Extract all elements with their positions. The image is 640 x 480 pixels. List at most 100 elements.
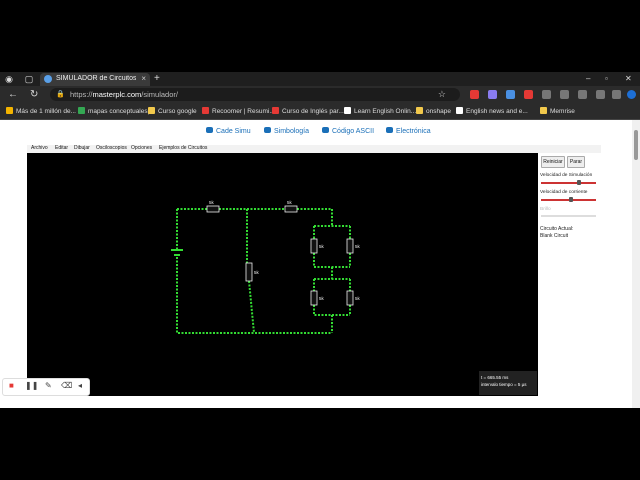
current-circuit-label: Circuito Actual: xyxy=(540,226,574,232)
scrollbar-thumb[interactable] xyxy=(634,130,638,160)
resistor-label: 5k xyxy=(319,296,325,301)
current-speed-label: Velocidad de corriente xyxy=(540,190,588,195)
browser-window: ◉ ▢ SIMULADOR de Circuitos Electró × + –… xyxy=(0,72,640,408)
close-window-icon[interactable]: ✕ xyxy=(625,74,632,83)
pause-icon[interactable]: ❚❚ xyxy=(25,381,38,390)
slider-knob[interactable] xyxy=(569,197,574,202)
reload-icon[interactable]: ↻ xyxy=(30,89,38,100)
favorite-star-icon[interactable]: ☆ xyxy=(438,89,446,100)
url-text: https://masterplc.com/simulador/ xyxy=(70,90,178,99)
folder-icon xyxy=(148,107,155,114)
record-stop-icon[interactable]: ■ xyxy=(9,381,14,390)
resistor-label: 5k xyxy=(355,296,361,301)
resistor-label: 5k xyxy=(209,200,215,205)
profile-icon[interactable]: ◉ xyxy=(4,74,14,84)
close-tab-icon[interactable]: × xyxy=(141,74,146,83)
extension-purple-icon[interactable] xyxy=(488,90,497,99)
bookmark-item[interactable]: onshape xyxy=(416,107,451,115)
resistor-icon[interactable] xyxy=(346,290,354,306)
menu-editar[interactable]: Editar xyxy=(55,145,68,151)
power-slider xyxy=(541,215,596,217)
current-circuit-name: Blank Circuit xyxy=(540,233,569,239)
wire xyxy=(313,253,350,268)
new-tab-icon[interactable]: + xyxy=(154,73,160,84)
bookmark-icon xyxy=(344,107,351,114)
speed-label: Velocidad de Simulación xyxy=(540,173,593,178)
pen-icon[interactable]: ✎ xyxy=(45,381,52,390)
wire xyxy=(248,280,255,334)
bookmark-item[interactable]: Curso de Inglés par... xyxy=(272,107,344,115)
resistor-icon[interactable] xyxy=(206,205,220,213)
bing-copilot-icon[interactable] xyxy=(627,90,636,99)
maximize-icon[interactable]: ▫ xyxy=(605,74,608,83)
url-field[interactable]: 🔒 https://masterplc.com/simulador/ ☆ xyxy=(50,88,460,101)
resistor-label: 5k xyxy=(319,244,325,249)
collections-icon[interactable] xyxy=(578,90,587,99)
resistor-icon[interactable] xyxy=(310,238,318,254)
bookmark-item[interactable]: Recoomer | Resumi... xyxy=(202,107,275,115)
extension-blue-icon[interactable] xyxy=(506,90,515,99)
book-icon xyxy=(386,127,393,133)
extension-red-icon[interactable] xyxy=(470,90,479,99)
lock-icon[interactable]: 🔒 xyxy=(56,90,65,98)
circuit-canvas[interactable]: 5k 5k 5k 5k 5k 5k 5k t = 665.55 ms inter… xyxy=(27,153,538,396)
circuit-wires xyxy=(176,208,351,334)
nav-electronica[interactable]: Electrónica xyxy=(386,127,431,135)
wire xyxy=(176,257,332,334)
bookmark-item[interactable]: Memrise xyxy=(540,107,575,115)
collapse-arrow-icon[interactable]: ◂ xyxy=(78,381,82,390)
site-favicon-icon xyxy=(44,75,52,83)
resistor-label: 5k xyxy=(254,270,260,275)
menu-archivo[interactable]: Archivo xyxy=(31,145,48,151)
wire xyxy=(313,305,350,316)
tab-actions-icon[interactable]: ▢ xyxy=(24,74,34,84)
resistor-icon[interactable] xyxy=(245,262,253,282)
minimize-icon[interactable]: – xyxy=(586,74,590,83)
bookmark-item[interactable]: Más de 1 millón de... xyxy=(6,107,76,115)
address-bar: ← ↻ 🔒 https://masterplc.com/simulador/ ☆ xyxy=(0,86,640,104)
battery-icon[interactable] xyxy=(171,249,183,256)
reset-button[interactable]: Reiniciar xyxy=(541,156,565,168)
menu-osciloscopios[interactable]: Osciloscopios xyxy=(96,145,127,151)
resistor-icon[interactable] xyxy=(284,205,298,213)
power-label: Brillo xyxy=(540,207,551,212)
eraser-icon[interactable]: ⌫ xyxy=(61,381,72,390)
resistor-label: 5k xyxy=(355,244,361,249)
bookmark-icon xyxy=(78,107,85,114)
back-icon[interactable]: ← xyxy=(8,89,18,100)
bulb-icon xyxy=(264,127,271,133)
folder-icon xyxy=(416,107,423,114)
stop-button[interactable]: Parar xyxy=(567,156,585,168)
split-screen-icon[interactable] xyxy=(542,90,551,99)
slider-knob[interactable] xyxy=(576,180,581,185)
resistor-icon[interactable] xyxy=(346,238,354,254)
bookmark-icon xyxy=(272,107,279,114)
tab-title: SIMULADOR de Circuitos Electró xyxy=(56,75,136,82)
profile-avatar-icon[interactable] xyxy=(596,90,605,99)
nav-codigo-ascii[interactable]: Código ASCII xyxy=(322,127,374,135)
speed-slider[interactable] xyxy=(541,180,596,185)
favorites-icon[interactable] xyxy=(560,90,569,99)
nav-simbologia[interactable]: Simbología xyxy=(264,127,309,135)
menu-opciones[interactable]: Opciones xyxy=(131,145,152,151)
menu-dibujar[interactable]: Dibujar xyxy=(74,145,90,151)
bookmark-icon xyxy=(6,107,13,114)
current-speed-slider[interactable] xyxy=(541,197,596,202)
circuit-diagram: 5k 5k 5k 5k 5k 5k 5k xyxy=(171,200,361,334)
settings-menu-icon[interactable] xyxy=(612,90,621,99)
nav-cade-simu[interactable]: Cade Simu xyxy=(206,127,251,135)
simulator-controls: Reiniciar Parar Velocidad de Simulación … xyxy=(538,153,601,396)
folder-icon xyxy=(540,107,547,114)
cloud-icon xyxy=(206,127,213,133)
menu-ejemplos[interactable]: Ejemplos de Circuitos xyxy=(159,145,207,151)
tab-simulador[interactable]: SIMULADOR de Circuitos Electró × xyxy=(40,73,150,86)
bookmark-item[interactable]: Curso google xyxy=(148,107,197,115)
table-icon xyxy=(322,127,329,133)
resistor-icon[interactable] xyxy=(310,290,318,306)
bookmark-item[interactable]: English news and e... xyxy=(456,107,528,115)
page-scrollbar[interactable] xyxy=(632,120,640,408)
bookmark-item[interactable]: mapas conceptuales| xyxy=(78,107,149,115)
extension-recoomer-icon[interactable] xyxy=(524,90,533,99)
bookmark-icon xyxy=(456,107,463,114)
bookmark-item[interactable]: Learn English Onlin... xyxy=(344,107,416,115)
